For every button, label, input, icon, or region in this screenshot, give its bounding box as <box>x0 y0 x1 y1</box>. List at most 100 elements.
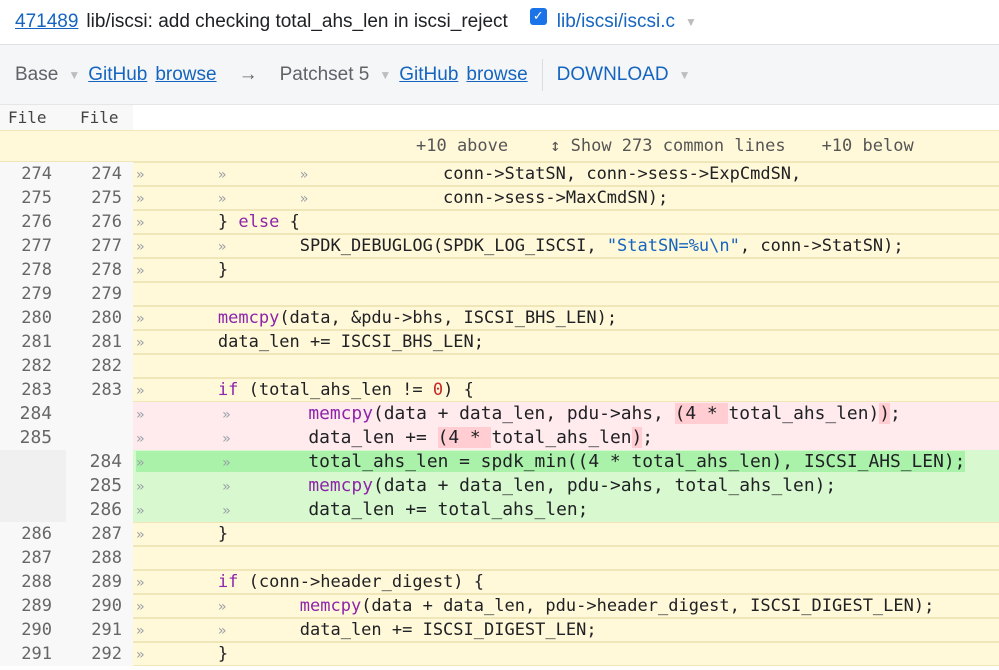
base-select[interactable]: Base <box>15 64 58 86</box>
code-content[interactable]: » } <box>133 642 999 667</box>
tab-marker-icon: » <box>222 503 231 519</box>
file-dropdown-chevron-icon[interactable]: ▼ <box>685 15 697 29</box>
context-line: 275 275» » » conn->sess->MaxCmdSN); <box>0 186 999 210</box>
new-line-number[interactable]: 278 <box>66 258 133 282</box>
tab-marker-icon: » <box>299 190 309 207</box>
base-chevron-icon[interactable]: ▼ <box>68 68 80 82</box>
context-line: 281 281» data_len += ISCSI_BHS_LEN; <box>0 330 999 354</box>
tab-marker-icon: » <box>299 166 309 183</box>
new-line-number[interactable]: 289 <box>66 570 133 594</box>
new-line-number[interactable]: 291 <box>66 618 133 642</box>
tab-marker-icon: » <box>136 574 145 591</box>
context-line: 290 291» » data_len += ISCSI_DIGEST_LEN; <box>0 618 999 642</box>
new-line-number[interactable]: 286 <box>66 498 133 522</box>
new-line-number[interactable]: 280 <box>66 306 133 330</box>
code-content[interactable]: » memcpy(data, &pdu->bhs, ISCSI_BHS_LEN)… <box>133 306 999 331</box>
new-line-number[interactable] <box>66 402 133 426</box>
code-content[interactable]: » » » conn->StatSN, conn->sess->ExpCmdSN… <box>133 162 999 187</box>
new-line-number[interactable]: 284 <box>66 450 133 474</box>
new-line-number[interactable]: 275 <box>66 186 133 210</box>
code-content[interactable]: » » data_len += (4 * total_ahs_len); <box>133 426 999 450</box>
code-content[interactable]: » » memcpy(data + data_len, pdu->header_… <box>133 594 999 619</box>
old-line-number[interactable]: 274 <box>0 162 66 186</box>
old-line-number[interactable]: 289 <box>0 594 66 618</box>
old-line-number[interactable]: 284 <box>0 402 66 426</box>
code-content[interactable]: » » data_len += ISCSI_DIGEST_LEN; <box>133 618 999 643</box>
new-line-number[interactable]: 288 <box>66 546 133 570</box>
tab-marker-icon: » <box>222 431 231 447</box>
old-line-number[interactable]: 291 <box>0 642 66 666</box>
old-line-number[interactable]: 288 <box>0 570 66 594</box>
new-line-number[interactable]: 276 <box>66 210 133 234</box>
old-line-number[interactable]: 290 <box>0 618 66 642</box>
code-content[interactable]: » } else { <box>133 210 999 235</box>
old-line-number[interactable]: 285 <box>0 426 66 450</box>
new-line-number[interactable]: 282 <box>66 354 133 378</box>
context-line: 289 290» » memcpy(data + data_len, pdu->h… <box>0 594 999 618</box>
intraline-highlight: (4 * <box>674 403 729 424</box>
code-content[interactable]: » if (conn->header_digest) { <box>133 570 999 595</box>
added-line: 284» » total_ahs_len = spdk_min((4 * tot… <box>0 450 999 474</box>
old-line-number[interactable]: 281 <box>0 330 66 354</box>
code-content[interactable]: » » » conn->sess->MaxCmdSN); <box>133 186 999 211</box>
code-content[interactable]: » » total_ahs_len = spdk_min((4 * total_… <box>133 450 999 474</box>
download-chevron-icon[interactable]: ▼ <box>679 68 691 82</box>
new-line-number[interactable]: 283 <box>66 378 133 402</box>
keyword: memcpy <box>299 595 362 616</box>
old-line-number[interactable]: 282 <box>0 354 66 378</box>
new-line-number[interactable]: 287 <box>66 522 133 546</box>
reviewed-checkbox[interactable]: ✓ <box>529 7 547 25</box>
file-path-link[interactable]: lib/iscsi/iscsi.c <box>557 11 675 33</box>
new-line-number[interactable]: 292 <box>66 642 133 666</box>
tab-marker-icon: » <box>136 190 145 207</box>
browse-link-base[interactable]: browse <box>155 64 216 86</box>
old-line-number[interactable]: 277 <box>0 234 66 258</box>
old-line-number[interactable]: 278 <box>0 258 66 282</box>
code-content[interactable]: » if (total_ahs_len != 0) { <box>133 378 999 403</box>
show-common-lines-button[interactable]: ↕ Show 273 common lines <box>550 136 785 156</box>
tab-marker-icon: » <box>217 190 227 207</box>
context-line: 283 283» if (total_ahs_len != 0) { <box>0 378 999 402</box>
download-button[interactable]: DOWNLOAD <box>557 64 669 86</box>
keyword: else <box>238 211 280 232</box>
tab-marker-icon: » <box>136 598 145 615</box>
new-line-number[interactable]: 290 <box>66 594 133 618</box>
patchset-chevron-icon[interactable]: ▼ <box>379 68 391 82</box>
old-line-number[interactable]: 276 <box>0 210 66 234</box>
old-line-number[interactable] <box>0 450 66 474</box>
change-number-link[interactable]: 471489 <box>15 11 78 33</box>
code-content[interactable]: » » SPDK_DEBUGLOG(SPDK_LOG_ISCSI, "StatS… <box>133 234 999 259</box>
old-line-number[interactable] <box>0 474 66 498</box>
old-line-number[interactable]: 287 <box>0 546 66 570</box>
show-below-button[interactable]: +10 below <box>822 136 914 156</box>
show-above-button[interactable]: +10 above <box>416 136 508 156</box>
unfold-icon: ↕ <box>550 136 561 156</box>
tab-marker-icon: » <box>136 646 145 663</box>
code-content[interactable]: » } <box>133 258 999 283</box>
tab-marker-icon: » <box>217 622 227 639</box>
code-content[interactable]: » » memcpy(data + data_len, pdu->ahs, (4… <box>133 402 999 426</box>
new-line-number[interactable]: 279 <box>66 282 133 306</box>
new-line-number[interactable]: 285 <box>66 474 133 498</box>
new-line-number[interactable]: 277 <box>66 234 133 258</box>
patchset-select[interactable]: Patchset 5 <box>280 64 370 86</box>
code-content[interactable]: » » data_len += total_ahs_len; <box>133 498 999 522</box>
old-line-number[interactable]: 286 <box>0 522 66 546</box>
number-literal: 0 <box>432 379 444 400</box>
old-line-number[interactable]: 279 <box>0 282 66 306</box>
browse-link-patchset[interactable]: browse <box>466 64 527 86</box>
new-line-number[interactable] <box>66 426 133 450</box>
code-content[interactable]: » » memcpy(data + data_len, pdu->ahs, to… <box>133 474 999 498</box>
code-content[interactable]: » } <box>133 522 999 547</box>
old-line-number[interactable]: 275 <box>0 186 66 210</box>
github-link-patchset[interactable]: GitHub <box>399 64 458 86</box>
github-link-base[interactable]: GitHub <box>88 64 147 86</box>
new-line-number[interactable]: 281 <box>66 330 133 354</box>
old-line-number[interactable]: 280 <box>0 306 66 330</box>
tab-marker-icon: » <box>136 526 145 543</box>
old-line-number[interactable]: 283 <box>0 378 66 402</box>
code-content[interactable]: » data_len += ISCSI_BHS_LEN; <box>133 330 999 355</box>
new-line-number[interactable]: 274 <box>66 162 133 186</box>
old-line-number[interactable] <box>0 498 66 522</box>
tab-marker-icon: » <box>222 407 231 423</box>
